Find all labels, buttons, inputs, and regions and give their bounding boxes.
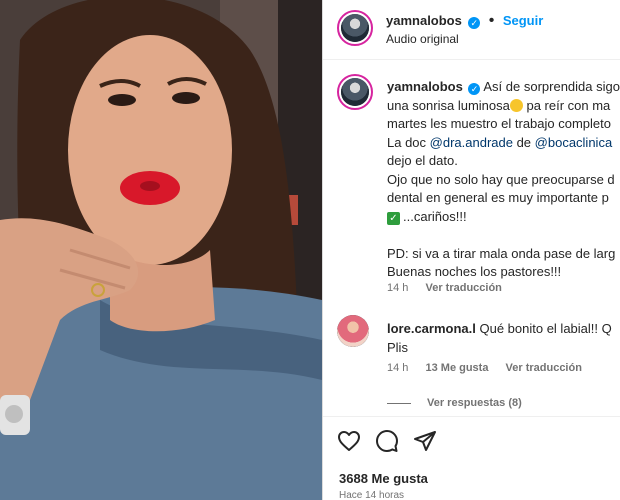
- caption-line: martes les muestro el trabajo completo: [387, 116, 611, 131]
- caption-meta: 14 h Ver traducción: [387, 282, 502, 294]
- comment-likes[interactable]: 13 Me gusta: [425, 362, 488, 374]
- comment-translate-button[interactable]: Ver traducción: [506, 362, 582, 374]
- caption-line: Así de sorprendida sigo: [483, 79, 620, 94]
- comment-time[interactable]: 14 h: [387, 362, 408, 374]
- caption-line: ...cariños!!!: [403, 208, 467, 224]
- header-divider: [323, 59, 620, 60]
- caption-line: dental en general es muy importante p: [387, 190, 609, 205]
- caption-text: yamnalobos ✓ Así de sorprendida sigo una…: [387, 78, 620, 282]
- verified-badge-icon: ✓: [468, 83, 481, 95]
- post-time: Hace 14 horas: [339, 490, 405, 500]
- actions-divider: [323, 416, 620, 417]
- view-replies-button[interactable]: Ver respuestas (8): [387, 397, 522, 409]
- paper-plane-icon[interactable]: [413, 429, 437, 453]
- comment-icon[interactable]: [375, 429, 399, 453]
- follow-button[interactable]: Seguir: [503, 13, 543, 28]
- post-author-username[interactable]: yamnalobos: [386, 13, 462, 28]
- caption-username[interactable]: yamnalobos: [387, 79, 463, 94]
- check-emoji-icon: ✓: [387, 211, 400, 225]
- verified-badge-icon: ✓: [468, 17, 481, 29]
- grin-emoji-icon: [509, 98, 523, 112]
- like-count[interactable]: 3688 Me gusta: [339, 471, 428, 486]
- caption-line: Buenas noches los pastores!!!: [387, 264, 562, 279]
- separator-dot: •: [488, 12, 495, 29]
- caption-line: PD: si va a tirar mala onda pase de larg: [387, 245, 616, 261]
- post-panel: yamnalobos ✓ • Seguir Audio original yam…: [323, 0, 620, 500]
- mention-link[interactable]: @dra.andrade: [430, 135, 513, 150]
- caption-line: Ojo que no solo hay que preocuparse d: [387, 171, 615, 187]
- audio-label[interactable]: Audio original: [386, 32, 459, 46]
- comment-body: Qué bonito el labial!! Q: [475, 321, 612, 336]
- caption-author-avatar[interactable]: [337, 74, 373, 110]
- caption-line: dejo el dato.: [387, 153, 458, 168]
- caption-translate-button[interactable]: Ver traducción: [425, 282, 501, 294]
- caption-line: una sonrisa luminosa: [387, 97, 510, 113]
- caption-line: La doc: [387, 134, 430, 150]
- comment-text: lore.carmona.l Qué bonito el labial!! Q …: [387, 320, 620, 357]
- mention-link[interactable]: @bocaclinica: [535, 135, 613, 150]
- caption-time[interactable]: 14 h: [387, 282, 408, 294]
- view-replies-label: Ver respuestas (8): [427, 397, 522, 409]
- commenter-username[interactable]: lore.carmona.l: [387, 321, 476, 336]
- heart-icon[interactable]: [337, 429, 361, 453]
- post-photo-illustration: [0, 0, 322, 500]
- caption-line: pa reír con ma: [522, 97, 611, 113]
- caption-line: de: [512, 134, 535, 150]
- comment-body: Plis: [387, 339, 408, 355]
- replies-line: [387, 402, 411, 404]
- post-header-line: yamnalobos ✓ • Seguir: [386, 12, 543, 30]
- post-author-avatar[interactable]: [337, 10, 373, 46]
- post-media[interactable]: [0, 0, 322, 500]
- commenter-avatar[interactable]: [337, 315, 369, 347]
- comment-meta: 14 h 13 Me gusta Ver traducción: [387, 362, 582, 374]
